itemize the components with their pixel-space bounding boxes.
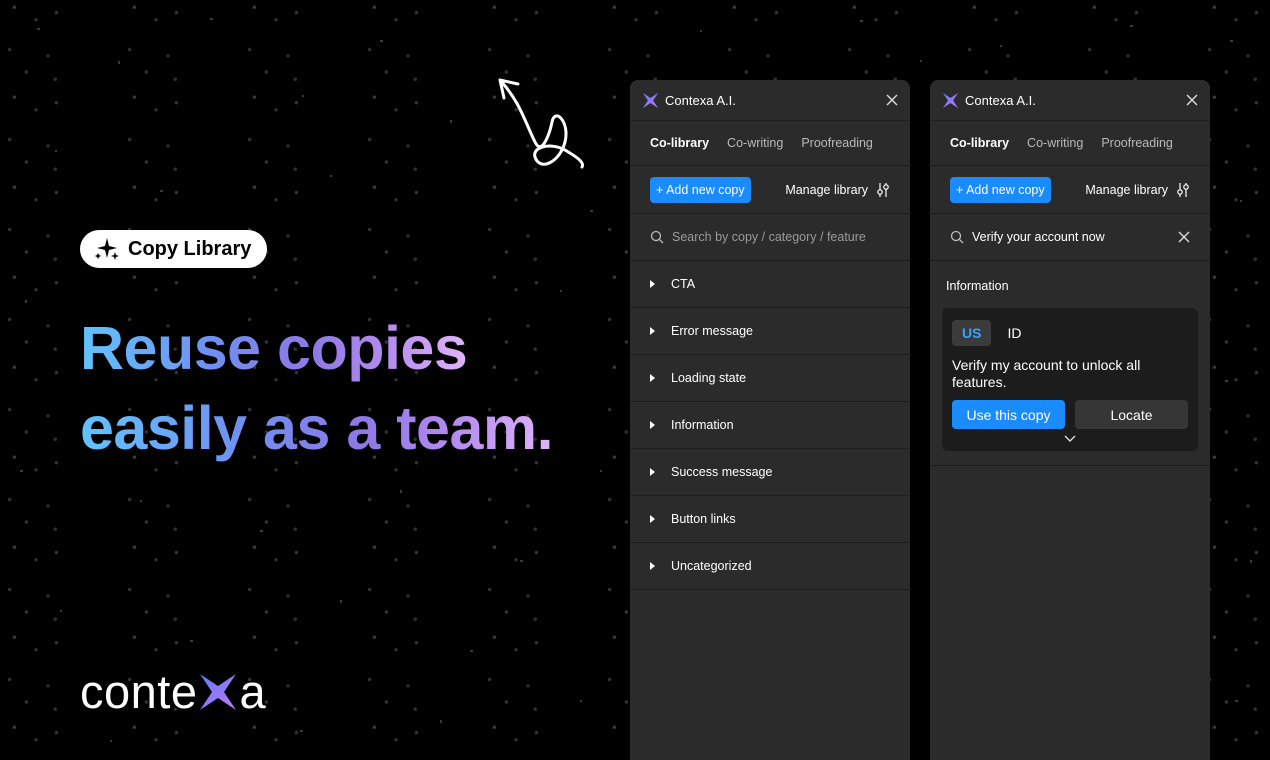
divider: [930, 465, 1210, 466]
manage-library-label: Manage library: [1085, 182, 1168, 197]
category-item-button-links[interactable]: Button links: [630, 496, 910, 543]
search-bar: [630, 214, 910, 261]
expand-triangle-icon: [650, 515, 655, 523]
lang-tab-us[interactable]: US: [952, 320, 992, 346]
expand-triangle-icon: [650, 374, 655, 382]
badge-label: Copy Library: [128, 237, 252, 260]
search-input[interactable]: [972, 230, 1172, 244]
copy-result-card: US ID Verify my account to unlock all fe…: [942, 308, 1198, 451]
contexa-star-icon: [942, 92, 959, 108]
logo-x-star-icon: [200, 673, 237, 710]
expand-triangle-icon: [650, 327, 655, 335]
use-this-copy-button[interactable]: Use this copy: [952, 400, 1065, 429]
clear-search-icon[interactable]: [1178, 231, 1190, 243]
logo-text-right: a: [239, 665, 267, 718]
tab-proofreading[interactable]: Proofreading: [1101, 136, 1173, 150]
tab-co-writing[interactable]: Co-writing: [727, 136, 783, 150]
panel-actions: + Add new copy Manage library: [930, 166, 1210, 214]
panel-title: Contexa A.I.: [965, 92, 1036, 108]
contexa-logo: conte a: [80, 664, 266, 719]
locate-button[interactable]: Locate: [1075, 400, 1188, 429]
language-switch: US ID: [952, 320, 1188, 346]
category-label: Loading state: [671, 371, 747, 385]
logo-text-left: conte: [80, 665, 198, 718]
expand-triangle-icon: [650, 280, 655, 288]
category-item-loading-state[interactable]: Loading state: [630, 355, 910, 402]
tab-proofreading[interactable]: Proofreading: [801, 136, 873, 150]
close-icon[interactable]: [886, 94, 898, 106]
category-label: Information: [671, 418, 734, 432]
sliders-icon: [877, 182, 889, 197]
contexa-panel-library: Contexa A.I. Co-library Co-writing Proof…: [630, 80, 910, 760]
manage-library-button[interactable]: Manage library: [1085, 182, 1190, 198]
category-label: Uncategorized: [671, 559, 752, 573]
page-headline: Reuse copies easily as a team.: [80, 308, 600, 468]
category-item-information[interactable]: Information: [630, 402, 910, 449]
category-item-error-message[interactable]: Error message: [630, 308, 910, 355]
tab-co-writing[interactable]: Co-writing: [1027, 136, 1083, 150]
category-item-success-message[interactable]: Success message: [630, 449, 910, 496]
manage-library-label: Manage library: [785, 182, 868, 197]
sliders-icon: [1177, 182, 1189, 197]
expand-triangle-icon: [650, 421, 655, 429]
lang-tab-id[interactable]: ID: [1007, 325, 1021, 341]
panel-title: Contexa A.I.: [665, 92, 736, 108]
category-item-uncategorized[interactable]: Uncategorized: [630, 543, 910, 590]
add-new-copy-button[interactable]: + Add new copy: [950, 176, 1051, 203]
expand-card-toggle[interactable]: [952, 435, 1188, 443]
expand-triangle-icon: [650, 562, 655, 570]
panel-title-bar: Contexa A.I.: [630, 80, 910, 121]
contexa-star-icon: [642, 92, 659, 108]
contexa-panel-search-result: Contexa A.I. Co-library Co-writing Proof…: [930, 80, 1210, 760]
squiggle-arrow-icon: [498, 78, 584, 169]
expand-triangle-icon: [650, 468, 655, 476]
search-icon: [950, 230, 964, 244]
close-icon[interactable]: [1186, 94, 1198, 106]
search-bar: [930, 214, 1210, 261]
copy-library-badge: Copy Library: [80, 230, 268, 268]
tab-co-library[interactable]: Co-library: [650, 136, 709, 150]
card-actions: Use this copy Locate: [952, 400, 1188, 429]
category-label: Success message: [671, 465, 773, 479]
headline-line-2: easily as a team.: [80, 394, 554, 462]
result-section-label: Information: [946, 279, 1009, 293]
panel-tabs: Co-library Co-writing Proofreading: [630, 121, 910, 166]
search-icon: [650, 230, 664, 244]
panel-title-bar: Contexa A.I.: [930, 80, 1210, 121]
search-input[interactable]: [672, 230, 872, 244]
category-item-cta[interactable]: CTA: [630, 261, 910, 308]
headline-line-1: Reuse copies: [80, 314, 468, 382]
category-label: Button links: [671, 512, 736, 526]
panel-actions: + Add new copy Manage library: [630, 166, 910, 214]
sparkles-icon: [95, 238, 119, 260]
add-new-copy-button[interactable]: + Add new copy: [650, 176, 751, 203]
copy-text: Verify my account to unlock all features…: [952, 357, 1141, 390]
tab-co-library[interactable]: Co-library: [950, 136, 1009, 150]
manage-library-button[interactable]: Manage library: [785, 182, 890, 198]
panel-tabs: Co-library Co-writing Proofreading: [930, 121, 1210, 166]
category-label: CTA: [671, 277, 696, 291]
category-label: Error message: [671, 324, 753, 338]
chevron-down-icon: [1064, 435, 1076, 442]
